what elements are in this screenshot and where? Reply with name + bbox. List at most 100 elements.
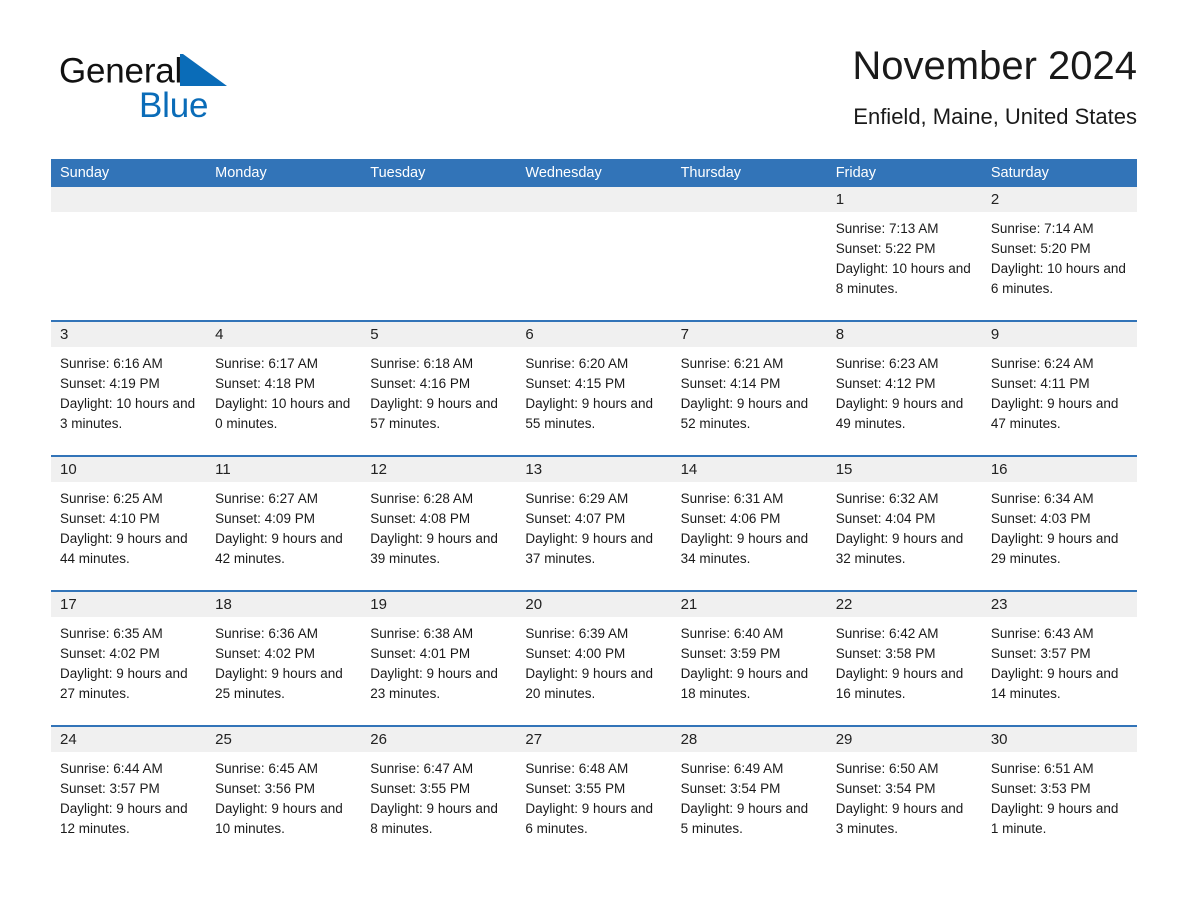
sunset-text: Sunset: 3:58 PM bbox=[835, 646, 936, 661]
day-details: Sunrise: 6:42 AM Sunset: 3:58 PM Daylight:… bbox=[827, 617, 982, 704]
day-details: Sunrise: 7:13 AM Sunset: 5:22 PM Daylight:… bbox=[827, 212, 982, 299]
daylight-text: Daylight: 9 hours and 5 minutes. bbox=[680, 801, 809, 836]
day-cell[interactable]: 17 Sunrise: 6:35 AM Sunset: 4:02 PM Dayligh… bbox=[51, 592, 207, 725]
daylight-text: Daylight: 9 hours and 8 minutes. bbox=[370, 801, 498, 836]
day-cell[interactable]: 7 Sunrise: 6:21 AM Sunset: 4:14 PM Daylight… bbox=[671, 322, 827, 455]
sunset-text: Sunset: 5:20 PM bbox=[990, 241, 1091, 256]
day-number: 23 bbox=[981, 592, 1137, 617]
day-details: Sunrise: 6:20 AM Sunset: 4:15 PM Daylight:… bbox=[516, 347, 671, 434]
sunrise-text: Sunrise: 6:23 AM bbox=[835, 356, 939, 371]
day-cell[interactable]: 10 Sunrise: 6:25 AM Sunset: 4:10 PM Dayligh… bbox=[51, 457, 207, 590]
day-cell-empty bbox=[51, 187, 207, 320]
day-cell-empty bbox=[206, 187, 362, 320]
day-cell[interactable]: 28 Sunrise: 6:49 AM Sunset: 3:54 PM Dayligh… bbox=[671, 727, 827, 860]
day-cell[interactable]: 3 Sunrise: 6:16 AM Sunset: 4:19 PM Daylight… bbox=[51, 322, 207, 455]
day-cell[interactable]: 4 Sunrise: 6:17 AM Sunset: 4:18 PM Daylight… bbox=[206, 322, 362, 455]
day-cell[interactable]: 19 Sunrise: 6:38 AM Sunset: 4:01 PM Dayligh… bbox=[361, 592, 517, 725]
day-cell[interactable]: 6 Sunrise: 6:20 AM Sunset: 4:15 PM Daylight… bbox=[516, 322, 672, 455]
daylight-text: Daylight: 9 hours and 52 minutes. bbox=[680, 396, 809, 431]
day-number: 8 bbox=[826, 322, 982, 347]
day-details: Sunrise: 6:43 AM Sunset: 3:57 PM Daylight:… bbox=[982, 617, 1137, 704]
day-cell[interactable]: 22 Sunrise: 6:42 AM Sunset: 3:58 PM Dayligh… bbox=[826, 592, 982, 725]
brand-top-line: General bbox=[59, 52, 319, 90]
daylight-text: Daylight: 9 hours and 25 minutes. bbox=[215, 666, 343, 701]
daylight-text: Daylight: 9 hours and 14 minutes. bbox=[990, 666, 1119, 701]
sunrise-text: Sunrise: 6:51 AM bbox=[990, 761, 1094, 776]
sunset-text: Sunset: 4:02 PM bbox=[60, 646, 160, 661]
day-details: Sunrise: 6:51 AM Sunset: 3:53 PM Daylight:… bbox=[982, 752, 1137, 839]
sunrise-text: Sunrise: 6:24 AM bbox=[990, 356, 1094, 371]
day-number: 14 bbox=[671, 457, 827, 482]
day-cell[interactable]: 2 Sunrise: 7:14 AM Sunset: 5:20 PM Daylight… bbox=[981, 187, 1137, 320]
daylight-text: Daylight: 9 hours and 29 minutes. bbox=[990, 531, 1119, 566]
brand-name-general: General bbox=[59, 51, 183, 91]
brand-logo[interactable]: General Blue bbox=[59, 52, 319, 132]
day-cell[interactable]: 15 Sunrise: 6:32 AM Sunset: 4:04 PM Dayligh… bbox=[826, 457, 982, 590]
location-subtitle: Enfield, Maine, United States bbox=[853, 104, 1137, 129]
day-cell[interactable]: 16 Sunrise: 6:34 AM Sunset: 4:03 PM Dayligh… bbox=[981, 457, 1137, 590]
sunrise-text: Sunrise: 6:40 AM bbox=[680, 626, 784, 641]
day-number: 1 bbox=[826, 187, 982, 212]
weekday-header-row: Sunday Monday Tuesday Wednesday Thursday… bbox=[51, 159, 1137, 187]
day-cell[interactable]: 27 Sunrise: 6:48 AM Sunset: 3:55 PM Dayligh… bbox=[516, 727, 672, 860]
sunset-text: Sunset: 4:18 PM bbox=[215, 376, 315, 391]
day-cell[interactable]: 24 Sunrise: 6:44 AM Sunset: 3:57 PM Dayligh… bbox=[51, 727, 207, 860]
calendar-week-row: 24 Sunrise: 6:44 AM Sunset: 3:57 PM Dayligh… bbox=[51, 725, 1137, 860]
weekday-header-wednesday: Wednesday bbox=[525, 165, 602, 181]
weekday-header-friday: Friday bbox=[835, 165, 876, 181]
day-number bbox=[206, 187, 362, 212]
day-number: 9 bbox=[981, 322, 1137, 347]
day-cell[interactable]: 11 Sunrise: 6:27 AM Sunset: 4:09 PM Dayligh… bbox=[206, 457, 362, 590]
day-details: Sunrise: 6:40 AM Sunset: 3:59 PM Daylight:… bbox=[672, 617, 827, 704]
day-details: Sunrise: 6:45 AM Sunset: 3:56 PM Daylight:… bbox=[206, 752, 361, 839]
sunrise-text: Sunrise: 6:21 AM bbox=[680, 356, 784, 371]
day-details: Sunrise: 6:38 AM Sunset: 4:01 PM Daylight:… bbox=[361, 617, 516, 704]
day-number: 7 bbox=[671, 322, 827, 347]
daylight-text: Daylight: 9 hours and 57 minutes. bbox=[370, 396, 498, 431]
day-number bbox=[51, 187, 207, 212]
sunset-text: Sunset: 3:55 PM bbox=[370, 781, 471, 796]
day-number: 5 bbox=[361, 322, 517, 347]
day-number: 17 bbox=[51, 592, 207, 617]
sunset-text: Sunset: 4:06 PM bbox=[680, 511, 781, 526]
daylight-text: Daylight: 9 hours and 32 minutes. bbox=[835, 531, 964, 566]
day-number: 4 bbox=[206, 322, 362, 347]
sunrise-text: Sunrise: 6:39 AM bbox=[525, 626, 629, 641]
day-cell[interactable]: 9 Sunrise: 6:24 AM Sunset: 4:11 PM Daylight… bbox=[981, 322, 1137, 455]
daylight-text: Daylight: 9 hours and 18 minutes. bbox=[680, 666, 809, 701]
day-cell[interactable]: 14 Sunrise: 6:31 AM Sunset: 4:06 PM Dayligh… bbox=[671, 457, 827, 590]
day-cell[interactable]: 21 Sunrise: 6:40 AM Sunset: 3:59 PM Dayligh… bbox=[671, 592, 827, 725]
day-cell[interactable]: 30 Sunrise: 6:51 AM Sunset: 3:53 PM Dayligh… bbox=[981, 727, 1137, 860]
weekday-header-saturday: Saturday bbox=[990, 165, 1049, 181]
day-number: 15 bbox=[826, 457, 982, 482]
sunrise-text: Sunrise: 6:25 AM bbox=[60, 491, 163, 506]
day-cell[interactable]: 26 Sunrise: 6:47 AM Sunset: 3:55 PM Dayligh… bbox=[361, 727, 517, 860]
day-cell[interactable]: 8 Sunrise: 6:23 AM Sunset: 4:12 PM Daylight… bbox=[826, 322, 982, 455]
day-cell[interactable]: 12 Sunrise: 6:28 AM Sunset: 4:08 PM Dayligh… bbox=[361, 457, 517, 590]
title-block: November 2024 Enfield, Maine, United Sta… bbox=[852, 40, 1137, 134]
day-details: Sunrise: 6:18 AM Sunset: 4:16 PM Daylight:… bbox=[361, 347, 516, 434]
day-cell[interactable]: 23 Sunrise: 6:43 AM Sunset: 3:57 PM Dayligh… bbox=[981, 592, 1137, 725]
sunrise-text: Sunrise: 6:49 AM bbox=[680, 761, 784, 776]
daylight-text: Daylight: 9 hours and 42 minutes. bbox=[215, 531, 343, 566]
day-cell[interactable]: 25 Sunrise: 6:45 AM Sunset: 3:56 PM Dayligh… bbox=[206, 727, 362, 860]
day-cell[interactable]: 13 Sunrise: 6:29 AM Sunset: 4:07 PM Dayligh… bbox=[516, 457, 672, 590]
sunrise-text: Sunrise: 7:13 AM bbox=[835, 221, 939, 236]
sunset-text: Sunset: 4:07 PM bbox=[525, 511, 626, 526]
sunrise-text: Sunrise: 6:29 AM bbox=[525, 491, 629, 506]
day-cell[interactable]: 29 Sunrise: 6:50 AM Sunset: 3:54 PM Dayligh… bbox=[826, 727, 982, 860]
sunset-text: Sunset: 4:03 PM bbox=[990, 511, 1091, 526]
day-cell-empty bbox=[516, 187, 672, 320]
sunset-text: Sunset: 4:09 PM bbox=[215, 511, 315, 526]
sunset-text: Sunset: 4:04 PM bbox=[835, 511, 936, 526]
day-number: 30 bbox=[981, 727, 1137, 752]
day-cell[interactable]: 20 Sunrise: 6:39 AM Sunset: 4:00 PM Dayligh… bbox=[516, 592, 672, 725]
day-cell[interactable]: 5 Sunrise: 6:18 AM Sunset: 4:16 PM Daylight… bbox=[361, 322, 517, 455]
day-cell[interactable]: 18 Sunrise: 6:36 AM Sunset: 4:02 PM Dayligh… bbox=[206, 592, 362, 725]
sunrise-text: Sunrise: 6:20 AM bbox=[525, 356, 629, 371]
daylight-text: Daylight: 10 hours and 6 minutes. bbox=[990, 261, 1126, 296]
sunset-text: Sunset: 4:02 PM bbox=[215, 646, 315, 661]
daylight-text: Daylight: 9 hours and 37 minutes. bbox=[525, 531, 653, 566]
day-details: Sunrise: 6:24 AM Sunset: 4:11 PM Daylight:… bbox=[982, 347, 1137, 434]
day-cell[interactable]: 1 Sunrise: 7:13 AM Sunset: 5:22 PM Daylight… bbox=[826, 187, 982, 320]
